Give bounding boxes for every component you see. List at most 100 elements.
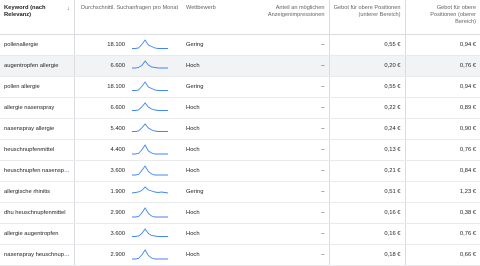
keyword-header-label: Keyword (nach Relevanz)	[4, 5, 46, 19]
table-row[interactable]: pollenallergie 18.100 Gering –0,55 €0,94 €	[0, 34, 480, 56]
trend-sparkline	[131, 186, 169, 194]
keyword-cell[interactable]: nasenspray heuschnup…	[0, 244, 74, 266]
trend-line	[132, 228, 168, 237]
competition-column-header[interactable]: Wettbewerb	[182, 0, 243, 35]
keyword-cell[interactable]: allergische rhinitis	[0, 181, 74, 203]
bid-low-column-header[interactable]: Gebot für obere Positionen (unterer Bere…	[328, 0, 406, 35]
trend-line	[132, 81, 168, 91]
trend-line	[132, 249, 168, 260]
keyword-cell[interactable]: heuschnupfenmittel	[0, 139, 74, 161]
table-row[interactable]: allergie augentropfen 3.600 Hoch –0,16 €0,7…	[0, 223, 480, 245]
search-volume-cell: 3.600	[73, 160, 127, 182]
keyword-cell[interactable]: dhu heuschnupfenmittel	[0, 202, 74, 224]
table-row[interactable]: nasenspray allergie 5.400 Hoch –0,24 €0,90 …	[0, 118, 480, 140]
arrow-down-icon[interactable]: ↓	[67, 6, 70, 13]
bid-low-cell: 0,22 €	[328, 97, 406, 119]
trend-sparkline	[132, 102, 168, 111]
keyword-cell[interactable]: allergie nasenspray	[0, 97, 74, 119]
keyword-ideas-table: Keyword (nach Relevanz) ↓ Durchschnittl.…	[0, 0, 480, 266]
competition-cell: Hoch	[182, 244, 243, 266]
trend-sparkline	[132, 165, 168, 176]
table-row[interactable]: pollen allergie 18.100 Gering –0,55 €0,94 €	[0, 76, 480, 98]
impression-share-cell: –	[242, 202, 330, 224]
search-volume-cell: 6.600	[73, 97, 127, 119]
bid-low-header-label: Gebot für obere Positionen (unterer Bere…	[333, 5, 401, 19]
keyword-cell[interactable]: pollen allergie	[0, 76, 74, 98]
trend-sparkline	[132, 144, 168, 155]
bid-high-cell: 0,76 €	[404, 55, 480, 77]
trend-sparkline	[132, 81, 168, 91]
impression-share-cell: –	[242, 181, 330, 203]
competition-cell: Hoch	[182, 118, 243, 140]
bid-low-cell: 0,18 €	[328, 244, 406, 266]
keyword-column-header[interactable]: Keyword (nach Relevanz) ↓	[0, 0, 74, 35]
table-row[interactable]: heuschnupfenmittel 4.400 Hoch –0,13 €0,76 €	[0, 139, 480, 161]
bid-high-cell: 0,38 €	[404, 202, 480, 224]
search-volume-cell: 18.100	[73, 34, 127, 56]
keyword-cell[interactable]: augentropfen allergie	[0, 55, 74, 77]
trend-line	[132, 165, 168, 176]
bid-high-cell: 1,23 €	[404, 181, 480, 203]
bid-high-cell: 0,89 €	[404, 97, 480, 119]
competition-header-label: Wettbewerb	[186, 5, 216, 11]
trend-sparkline-cell	[127, 139, 183, 161]
trend-sparkline-cell	[127, 118, 183, 140]
competition-cell: Gering	[182, 181, 243, 203]
table-row[interactable]: dhu heuschnupfenmittel 2.900 Hoch –0,16 €0,…	[0, 202, 480, 224]
competition-cell: Gering	[182, 76, 243, 98]
bid-high-cell: 0,94 €	[404, 34, 480, 56]
impression-share-cell: –	[242, 139, 330, 161]
bid-low-cell: 0,20 €	[328, 55, 406, 77]
search-volume-cell: 4.400	[73, 139, 127, 161]
bid-low-cell: 0,21 €	[328, 160, 406, 182]
trend-sparkline-cell	[127, 97, 183, 119]
volume-column-header[interactable]: Durchschnittl. Suchanfragen pro Monat	[73, 0, 183, 35]
trend-sparkline-cell	[127, 160, 183, 182]
keyword-cell[interactable]: heuschnupfen nasensp…	[0, 160, 74, 182]
impression-share-cell: –	[242, 223, 330, 245]
trend-line	[132, 102, 168, 111]
trend-sparkline-cell	[127, 34, 183, 56]
volume-header-label: Durchschnittl. Suchanfragen pro Monat	[81, 5, 179, 11]
trend-line	[132, 60, 168, 69]
impression-share-cell: –	[242, 76, 330, 98]
impression-share-cell: –	[242, 160, 330, 182]
bid-high-cell: 0,84 €	[404, 160, 480, 182]
bid-high-cell: 0,76 €	[404, 223, 480, 245]
trend-line	[131, 186, 169, 194]
bid-low-cell: 0,24 €	[328, 118, 406, 140]
search-volume-cell: 2.900	[73, 202, 127, 224]
trend-sparkline-cell	[127, 244, 183, 266]
trend-line	[132, 144, 168, 155]
impression-share-column-header[interactable]: Anteil an möglichen Anzeigenimpressionen	[242, 0, 330, 35]
bid-high-cell: 0,76 €	[404, 139, 480, 161]
trend-sparkline-cell	[127, 202, 183, 224]
bid-high-column-header[interactable]: Gebot für obere Positionen (oberer Berei…	[404, 0, 480, 35]
keyword-cell[interactable]: allergie augentropfen	[0, 223, 74, 245]
impression-share-header-label: Anteil an möglichen Anzeigenimpressionen	[267, 5, 325, 19]
search-volume-cell: 5.400	[73, 118, 127, 140]
trend-sparkline	[132, 60, 168, 69]
competition-cell: Hoch	[182, 139, 243, 161]
competition-cell: Hoch	[182, 223, 243, 245]
search-volume-cell: 3.600	[73, 223, 127, 245]
trend-line	[132, 39, 168, 49]
keyword-cell[interactable]: pollenallergie	[0, 34, 74, 56]
trend-line	[132, 123, 168, 132]
trend-sparkline-cell	[127, 181, 183, 203]
impression-share-cell: –	[242, 244, 330, 266]
bid-low-cell: 0,55 €	[328, 34, 406, 56]
bid-high-cell: 0,94 €	[404, 76, 480, 98]
trend-sparkline-cell	[127, 76, 183, 98]
table-row[interactable]: nasenspray heuschnup… 2.900 Hoch –0,18 €0,6…	[0, 244, 480, 266]
table-row[interactable]: augentropfen allergie 6.600 Hoch –0,20 €0,7…	[0, 55, 480, 77]
competition-cell: Hoch	[182, 202, 243, 224]
competition-cell: Hoch	[182, 160, 243, 182]
table-row[interactable]: heuschnupfen nasensp… 3.600 Hoch –0,21 €0,8…	[0, 160, 480, 182]
keyword-cell[interactable]: nasenspray allergie	[0, 118, 74, 140]
impression-share-cell: –	[242, 55, 330, 77]
bid-high-cell: 0,66 €	[404, 244, 480, 266]
competition-cell: Hoch	[182, 55, 243, 77]
table-row[interactable]: allergische rhinitis 1.900 Gering –0,51 €1,…	[0, 181, 480, 203]
table-row[interactable]: allergie nasenspray 6.600 Hoch –0,22 €0,89 …	[0, 97, 480, 119]
